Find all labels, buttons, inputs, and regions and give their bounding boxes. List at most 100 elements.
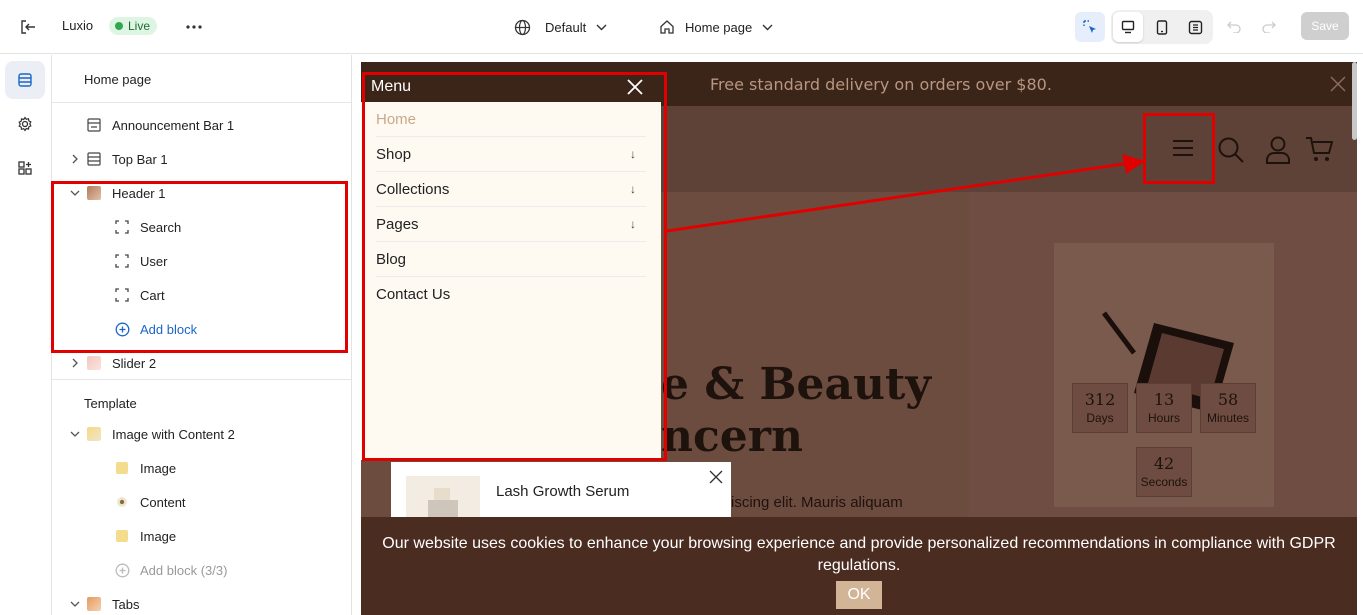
sidebar-item-image-with-content[interactable]: Image with Content 2 (52, 417, 351, 451)
desktop-view-icon[interactable] (1113, 12, 1143, 42)
cookie-text: Our website uses cookies to enhance your… (382, 535, 1336, 574)
cookie-ok-button[interactable]: OK (836, 581, 882, 609)
menu-item-blog[interactable]: Blog (376, 242, 646, 277)
arrow-down-icon[interactable]: ↓ (630, 182, 636, 196)
block-icon (114, 219, 130, 235)
exit-icon[interactable] (18, 17, 38, 37)
countdown-value: 58 (1217, 390, 1239, 409)
hamburger-icon[interactable] (1171, 139, 1195, 162)
theme-selector-label: Default (545, 19, 587, 35)
sidebar-item-slider[interactable]: Slider 2 (52, 346, 351, 380)
user-icon[interactable] (1265, 136, 1291, 169)
sidebar-item-label: Announcement Bar 1 (112, 117, 235, 133)
chevron-down-icon[interactable] (69, 598, 81, 610)
sidebar-item-top-bar[interactable]: Top Bar 1 (52, 142, 351, 176)
menu-title: Menu (371, 78, 412, 95)
divider (52, 379, 351, 380)
cookie-banner: Our website uses cookies to enhance your… (361, 517, 1357, 615)
theme-selector[interactable]: Default (514, 16, 607, 38)
add-block-label: Add block (140, 321, 198, 337)
close-icon[interactable] (627, 79, 643, 100)
status-badge: Live (109, 17, 158, 35)
menu-item-collections[interactable]: Collections ↓ (376, 172, 646, 207)
countdown-unit: Minutes (1206, 411, 1250, 425)
home-icon (659, 19, 675, 35)
chevron-right-icon[interactable] (69, 153, 81, 165)
chevron-right-icon[interactable] (69, 357, 81, 369)
countdown-value: 13 (1153, 390, 1175, 409)
search-icon[interactable] (1217, 136, 1245, 169)
sidebar-item-label: Header 1 (112, 185, 166, 201)
countdown-seconds: 42 Seconds (1136, 447, 1192, 497)
countdown-hours: 13 Hours (1136, 383, 1192, 433)
close-icon[interactable] (1330, 76, 1346, 96)
sections-icon[interactable] (5, 61, 45, 99)
hero-text: iscing elit. Mauris aliquam (731, 494, 903, 511)
countdown-days: 312 Days (1072, 383, 1128, 433)
image-content-thumb-icon (86, 426, 102, 442)
block-content[interactable]: Content (52, 485, 351, 519)
chevron-down-icon (762, 24, 773, 31)
mobile-view-icon[interactable] (1147, 12, 1177, 42)
block-label: Search (140, 219, 182, 235)
menu-item-label: Blog (376, 250, 407, 268)
live-dot-icon (115, 22, 123, 30)
store-preview[interactable]: Free standard delivery on orders over $8… (361, 62, 1357, 615)
add-block-disabled: Add block (3/3) (52, 553, 351, 587)
section-icon (86, 117, 102, 133)
save-button[interactable]: Save (1301, 12, 1349, 40)
cart-icon[interactable] (1305, 136, 1334, 169)
mobile-menu-drawer: Menu Home Shop ↓ Collections ↓ Pages ↓ Blog… (361, 72, 661, 460)
menu-item-contact[interactable]: Contact Us (376, 277, 646, 312)
menu-item-home[interactable]: Home (376, 102, 646, 137)
inspector-icon[interactable] (1075, 12, 1105, 42)
block-icon (114, 253, 130, 269)
settings-icon[interactable] (5, 105, 45, 143)
plus-circle-icon (114, 321, 130, 337)
sidebar-item-header[interactable]: Header 1 (52, 176, 351, 210)
chevron-down-icon[interactable] (69, 428, 81, 440)
countdown-minutes: 58 Minutes (1200, 383, 1256, 433)
countdown-unit: Hours (1147, 411, 1180, 425)
left-rail (0, 55, 52, 615)
fullscreen-view-icon[interactable] (1180, 12, 1210, 42)
add-block-button[interactable]: Add block (52, 312, 351, 346)
sidebar-item-label: Slider 2 (112, 355, 157, 371)
undo-icon[interactable] (1225, 18, 1243, 36)
status-badge-label: Live (128, 19, 151, 33)
block-user[interactable]: User (52, 244, 351, 278)
arrow-down-icon[interactable]: ↓ (630, 217, 636, 231)
block-icon (114, 287, 130, 303)
globe-icon (514, 19, 531, 36)
block-cart[interactable]: Cart (52, 278, 351, 312)
menu-header: Menu (361, 72, 661, 102)
apps-icon[interactable] (5, 149, 45, 187)
block-label: Cart (140, 287, 165, 303)
arrow-down-icon[interactable]: ↓ (630, 147, 636, 161)
close-icon[interactable] (709, 470, 723, 489)
menu-item-label: Shop (376, 145, 412, 163)
menu-item-shop[interactable]: Shop ↓ (376, 137, 646, 172)
chevron-down-icon[interactable] (69, 187, 81, 199)
redo-icon[interactable] (1260, 18, 1278, 36)
more-options-icon[interactable] (184, 17, 204, 37)
block-image[interactable]: Image (52, 451, 351, 485)
countdown-value: 42 (1153, 454, 1175, 473)
countdown-value: 312 (1084, 390, 1116, 409)
image-block-icon (114, 460, 130, 476)
block-image[interactable]: Image (52, 519, 351, 553)
menu-item-pages[interactable]: Pages ↓ (376, 207, 646, 242)
menu-item-label: Collections (376, 180, 450, 198)
sidebar-item-tabs[interactable]: Tabs (52, 587, 351, 615)
chevron-down-icon (596, 24, 607, 31)
plus-circle-icon (114, 562, 130, 578)
preview-scrollbar[interactable] (1352, 62, 1357, 140)
sidebar-item-label: Image with Content 2 (112, 426, 235, 442)
menu-item-label: Home (376, 110, 417, 128)
page-selector[interactable]: Home page (659, 16, 773, 38)
sidebar-item-announcement-bar[interactable]: Announcement Bar 1 (52, 108, 351, 142)
content-block-icon (114, 494, 130, 510)
menu-item-label: Contact Us (376, 286, 451, 303)
block-search[interactable]: Search (52, 210, 351, 244)
store-name: Luxio (62, 18, 94, 33)
